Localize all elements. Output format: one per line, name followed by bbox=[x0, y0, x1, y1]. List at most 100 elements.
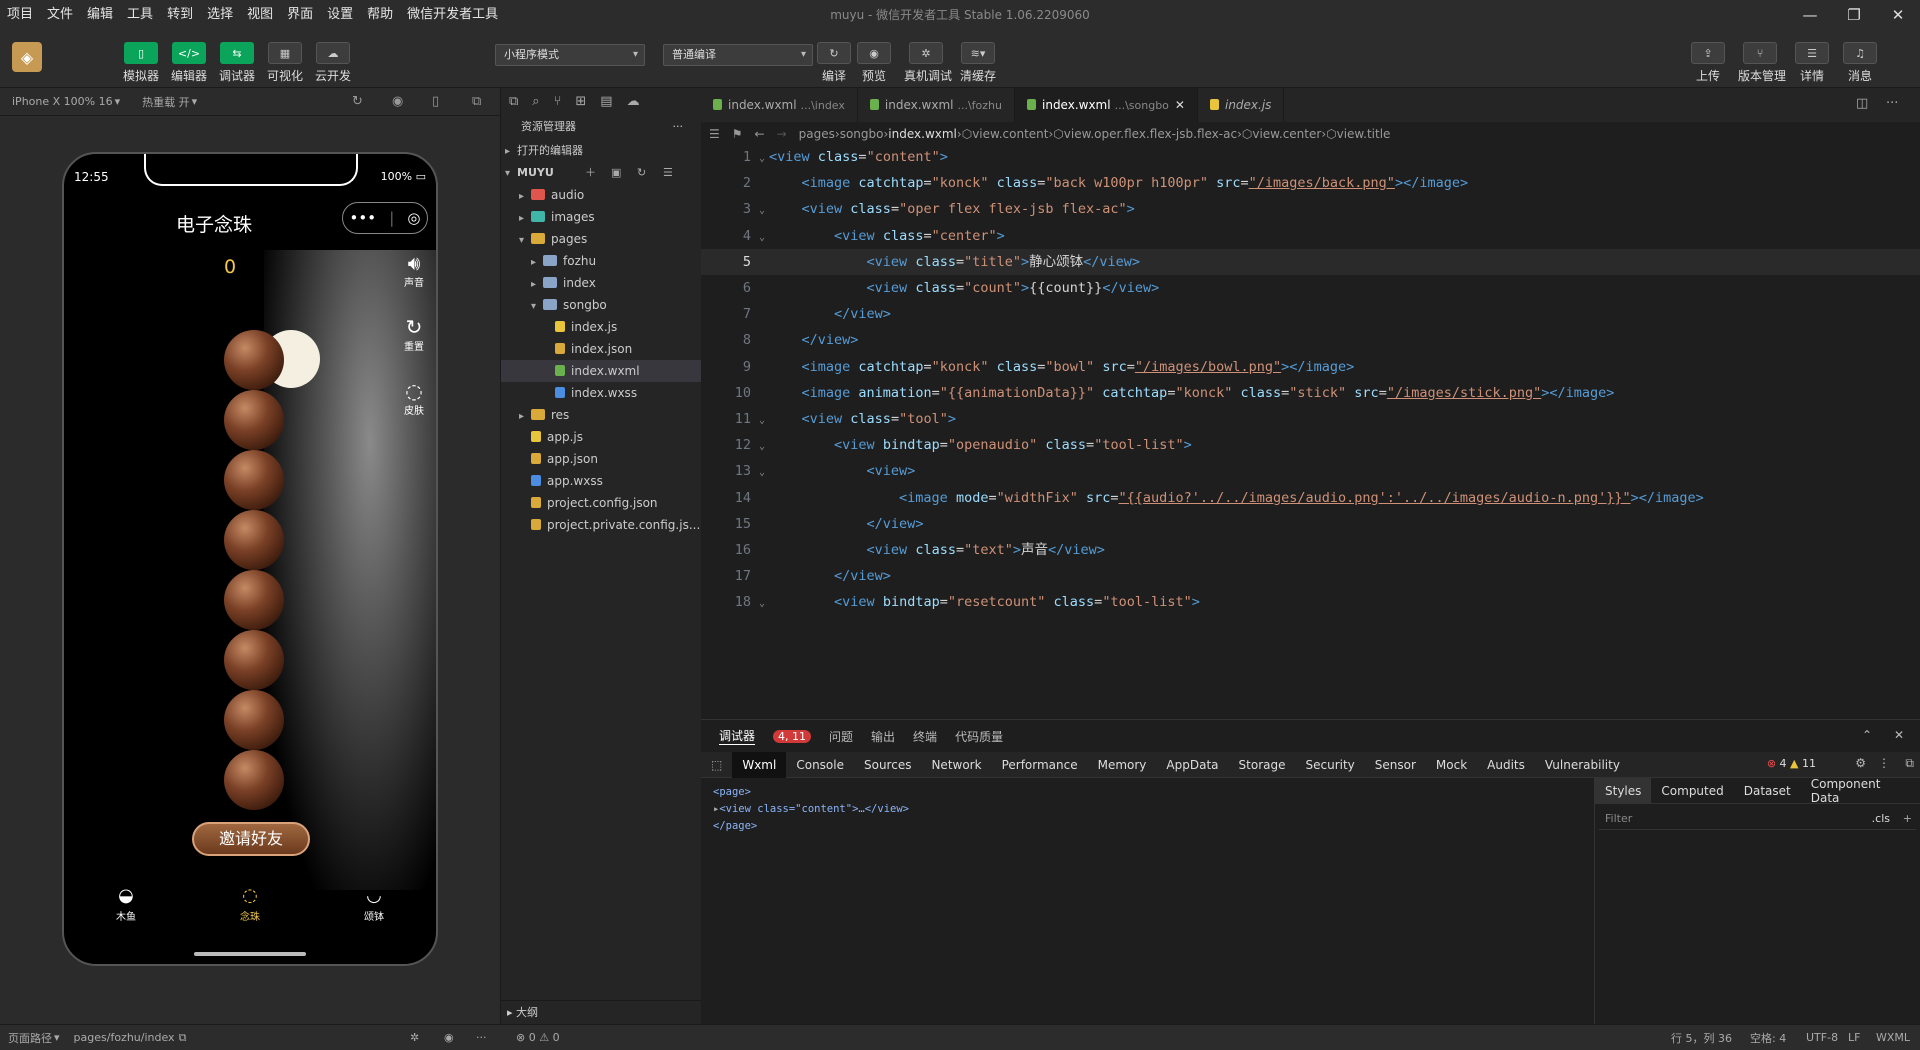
styles-tab[interactable]: Styles bbox=[1595, 777, 1652, 804]
file-tree-item[interactable]: index.js bbox=[501, 316, 701, 338]
storage-icon[interactable]: ▤ bbox=[600, 94, 612, 109]
file-tree-item[interactable]: project.private.config.js... bbox=[501, 514, 701, 536]
reset-button[interactable]: ↻ 重置 bbox=[404, 316, 424, 353]
file-tree-item[interactable]: ▸ fozhu bbox=[501, 250, 701, 272]
menu-item[interactable]: 编辑 bbox=[80, 0, 120, 30]
bug-icon[interactable]: ✲ bbox=[410, 1031, 419, 1044]
encoding[interactable]: UTF-8 bbox=[1806, 1031, 1838, 1044]
more-icon[interactable]: ··· bbox=[1886, 96, 1906, 111]
simulator-button[interactable]: ▯ 模拟器 bbox=[119, 42, 163, 84]
file-tree-item[interactable]: ▸ audio bbox=[501, 184, 701, 206]
back-icon[interactable]: ← bbox=[755, 127, 765, 141]
maximize-icon[interactable]: ❐ bbox=[1832, 0, 1876, 30]
panel-tab[interactable]: 终端 bbox=[913, 728, 937, 745]
debugger-button[interactable]: ⇆ 调试器 bbox=[215, 42, 259, 84]
popout-icon[interactable]: ⧉ bbox=[472, 94, 481, 109]
preview-button[interactable]: ◉ 预览 bbox=[852, 42, 896, 84]
devtools-tab[interactable]: Mock bbox=[1426, 752, 1477, 778]
inspect-icon[interactable]: ⬚ bbox=[711, 758, 722, 772]
breadcrumb-item[interactable]: pages bbox=[799, 127, 835, 141]
issue-counts[interactable]: ⊗ 4 ▲ 11 bbox=[1767, 757, 1816, 770]
file-tree-item[interactable]: project.config.json bbox=[501, 492, 701, 514]
new-file-icon[interactable]: ＋ bbox=[585, 162, 596, 184]
bead[interactable] bbox=[224, 630, 284, 690]
devtools-tab[interactable]: Network bbox=[921, 752, 991, 778]
refresh-icon[interactable]: ↻ bbox=[637, 162, 646, 184]
cloud-icon[interactable]: ☁ bbox=[627, 94, 640, 109]
remote-debug-button[interactable]: ✲ 真机调试 bbox=[904, 42, 952, 84]
indentation[interactable]: 空格: 4 bbox=[1750, 1030, 1786, 1046]
fold-icon[interactable]: ⌄ bbox=[759, 460, 769, 486]
project-section[interactable]: ▾ MUYU ＋ ▣ ↻ ☰ bbox=[501, 162, 701, 184]
dock-icon[interactable]: ⧉ bbox=[1905, 756, 1914, 771]
bookmark-icon[interactable]: ⚑ bbox=[732, 127, 743, 141]
file-tree-item[interactable]: index.wxml bbox=[501, 360, 701, 382]
menu-item[interactable]: 项目 bbox=[0, 0, 40, 30]
git-icon[interactable]: ⑂ bbox=[554, 94, 562, 109]
file-tree-item[interactable]: ▾ pages bbox=[501, 228, 701, 250]
compile-button[interactable]: ↻ 编译 bbox=[812, 42, 856, 84]
cls-toggle[interactable]: .cls bbox=[1872, 808, 1890, 830]
editor-tab[interactable]: index.wxml ...\songbo ✕ bbox=[1015, 88, 1198, 122]
file-tree-item[interactable]: app.json bbox=[501, 448, 701, 470]
line-ending[interactable]: LF bbox=[1848, 1031, 1860, 1044]
messages-button[interactable]: ♫ 消息 bbox=[1838, 42, 1882, 84]
cloud-button[interactable]: ☁ 云开发 bbox=[311, 42, 355, 84]
editor-button[interactable]: </> 编辑器 bbox=[167, 42, 211, 84]
bead[interactable] bbox=[224, 450, 284, 510]
new-folder-icon[interactable]: ▣ bbox=[611, 162, 621, 184]
outline-section[interactable]: ▸ 大纲 bbox=[501, 1000, 701, 1024]
menu-item[interactable]: 帮助 bbox=[360, 0, 400, 30]
file-tree-item[interactable]: app.js bbox=[501, 426, 701, 448]
files-icon[interactable]: ⧉ bbox=[509, 94, 518, 109]
devtools-tab[interactable]: Storage bbox=[1229, 752, 1296, 778]
chevron-up-icon[interactable]: ⌃ bbox=[1862, 728, 1872, 742]
details-button[interactable]: ☰ 详情 bbox=[1790, 42, 1834, 84]
breadcrumb-item[interactable]: view.center bbox=[1252, 127, 1321, 141]
bead[interactable] bbox=[224, 570, 284, 630]
breadcrumb-item[interactable]: view.content bbox=[972, 127, 1048, 141]
fold-icon[interactable]: ⌄ bbox=[759, 225, 769, 251]
bead[interactable] bbox=[224, 510, 284, 570]
more-icon[interactable]: ••• bbox=[350, 209, 377, 227]
styles-tab[interactable]: Dataset bbox=[1734, 784, 1801, 798]
editor-tab[interactable]: index.wxml ...\index bbox=[701, 88, 858, 122]
devtools-tab[interactable]: Sensor bbox=[1365, 752, 1426, 778]
menu-item[interactable]: 选择 bbox=[200, 0, 240, 30]
record-icon[interactable]: ◉ bbox=[392, 94, 403, 109]
menu-item[interactable]: 微信开发者工具 bbox=[400, 0, 505, 30]
filter-input[interactable]: Filter .cls + bbox=[1599, 808, 1916, 830]
skin-button[interactable]: ◌ 皮肤 bbox=[404, 380, 424, 417]
tab-songbo[interactable]: ◡ 颂钵 bbox=[312, 884, 436, 934]
more-icon[interactable]: ··· bbox=[673, 114, 684, 140]
devtools-tab[interactable]: Console bbox=[786, 752, 854, 778]
phone-icon[interactable]: ▯ bbox=[432, 94, 439, 109]
editor-tab[interactable]: index.wxml ...\fozhu bbox=[858, 88, 1015, 122]
copy-icon[interactable]: ⧉ bbox=[179, 1031, 187, 1045]
visual-button[interactable]: ▦ 可视化 bbox=[263, 42, 307, 84]
menu-item[interactable]: 视图 bbox=[240, 0, 280, 30]
gear-icon[interactable]: ⚙ bbox=[1855, 756, 1866, 770]
bead[interactable] bbox=[224, 750, 284, 810]
devtools-tab[interactable]: Security bbox=[1295, 752, 1364, 778]
version-button[interactable]: ⑂ 版本管理 bbox=[1738, 42, 1786, 84]
collapse-icon[interactable]: ☰ bbox=[663, 162, 673, 184]
clear-cache-button[interactable]: ≋▾ 清缓存 bbox=[956, 42, 1000, 84]
page-path-label[interactable]: 页面路径 bbox=[8, 1030, 52, 1046]
list-icon[interactable]: ☰ bbox=[709, 127, 720, 141]
panel-tab[interactable]: 输出 bbox=[871, 728, 895, 745]
close-icon[interactable]: ✕ bbox=[1876, 0, 1920, 30]
device-select[interactable]: iPhone X 100% 16 bbox=[12, 95, 113, 108]
avatar[interactable]: ◈ bbox=[12, 42, 42, 72]
file-tree-item[interactable]: index.wxss bbox=[501, 382, 701, 404]
devtools-tab[interactable]: Wxml bbox=[732, 751, 787, 778]
extensions-icon[interactable]: ⊞ bbox=[575, 94, 586, 109]
menu-item[interactable]: 工具 bbox=[120, 0, 160, 30]
search-icon[interactable]: ⌕ bbox=[532, 94, 539, 109]
file-tree-item[interactable]: ▸ res bbox=[501, 404, 701, 426]
eye-icon[interactable]: ◉ bbox=[444, 1031, 454, 1044]
breadcrumb-item[interactable]: view.oper.flex.flex-jsb.flex-ac bbox=[1064, 127, 1237, 141]
add-icon[interactable]: + bbox=[1903, 808, 1912, 830]
panel-tab[interactable]: 调试器 bbox=[719, 727, 756, 745]
language-mode[interactable]: WXML bbox=[1876, 1031, 1910, 1044]
